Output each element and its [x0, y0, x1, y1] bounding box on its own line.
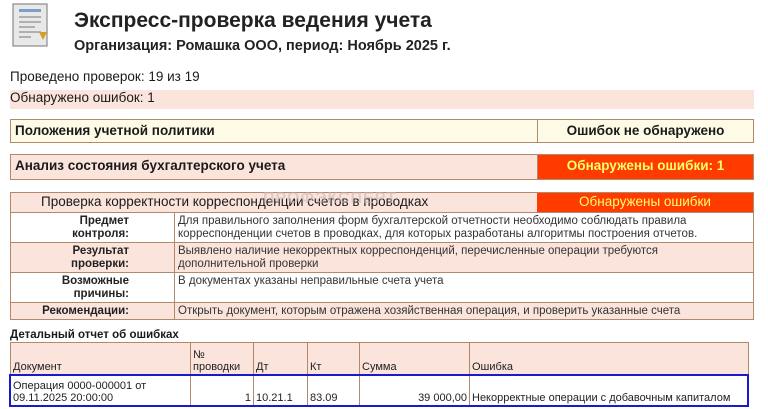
section-name: Положения учетной политики — [15, 123, 215, 138]
cell-debit: 10.21.1 — [253, 374, 308, 406]
col-credit: Кт — [307, 342, 360, 375]
detail-text: В документах указаны неправильные счета … — [174, 272, 754, 303]
cell-error: Некорректные операции с добавочным капит… — [469, 374, 749, 406]
detail-label: Возможные причины: — [10, 272, 175, 303]
detail-label: Предмет контроля: — [10, 212, 175, 243]
col-amount: Сумма — [359, 342, 470, 375]
check-details: Предмет контроля: Для правильного заполн… — [10, 212, 754, 320]
report-header: Экспресс-проверка ведения учета Организа… — [0, 0, 768, 64]
table-header-row: Документ № проводки Дт Кт Сумма Ошибка — [10, 342, 749, 375]
detail-row: Рекомендации: Открыть документ, которым … — [10, 302, 754, 320]
watermark-logo: ПРОФЭКСПЕРТ — [263, 190, 397, 207]
table-row[interactable]: Операция 0000-000001 от 09.11.2025 20:00… — [10, 374, 749, 406]
error-report-table: Документ № проводки Дт Кт Сумма Ошибка О… — [10, 342, 749, 406]
cell-document-link[interactable]: Операция 0000-000001 от 09.11.2025 20:00… — [10, 374, 191, 406]
check-status-errors: Обнаружены ошибки — [537, 193, 753, 212]
checks-count: Проведено проверок: 19 из 19 — [10, 69, 200, 84]
detail-text: Выявлено наличие некорректных корреспонд… — [174, 242, 754, 273]
section-status-errors: Обнаружены ошибки: 1 — [537, 155, 753, 179]
errors-count: Обнаружено ошибок: 1 — [10, 90, 754, 109]
detail-row: Возможные причины: В документах указаны … — [10, 272, 754, 303]
detail-text: Для правильного заполнения форм бухгалте… — [174, 212, 754, 243]
section-name: Анализ состояния бухгалтерского учета — [15, 158, 286, 173]
col-document: Документ — [10, 342, 191, 375]
section-accounting-policy[interactable]: Положения учетной политики Ошибок не обн… — [10, 119, 754, 143]
document-report-icon — [12, 3, 48, 47]
page-title: Экспресс-проверка ведения учета — [74, 9, 432, 32]
col-entry-no: № проводки — [190, 342, 254, 375]
cell-credit: 83.09 — [307, 374, 360, 406]
detail-text: Открыть документ, которым отражена хозяй… — [174, 302, 754, 320]
section-status: Ошибок не обнаружено — [537, 120, 753, 142]
detail-label: Рекомендации: — [10, 302, 175, 320]
report-caption: Детальный отчет об ошибках — [10, 329, 179, 341]
detail-row: Результат проверки: Выявлено наличие нек… — [10, 242, 754, 273]
detail-label: Результат проверки: — [10, 242, 175, 273]
page-subtitle: Организация: Ромашка ООО, период: Ноябрь… — [74, 38, 451, 54]
detail-row: Предмет контроля: Для правильного заполн… — [10, 212, 754, 243]
cell-entry-no: 1 — [190, 374, 254, 406]
col-error: Ошибка — [469, 342, 749, 375]
col-debit: Дт — [253, 342, 308, 375]
section-accounting-analysis[interactable]: Анализ состояния бухгалтерского учета Об… — [10, 154, 754, 180]
cell-amount: 39 000,00 — [359, 374, 470, 406]
